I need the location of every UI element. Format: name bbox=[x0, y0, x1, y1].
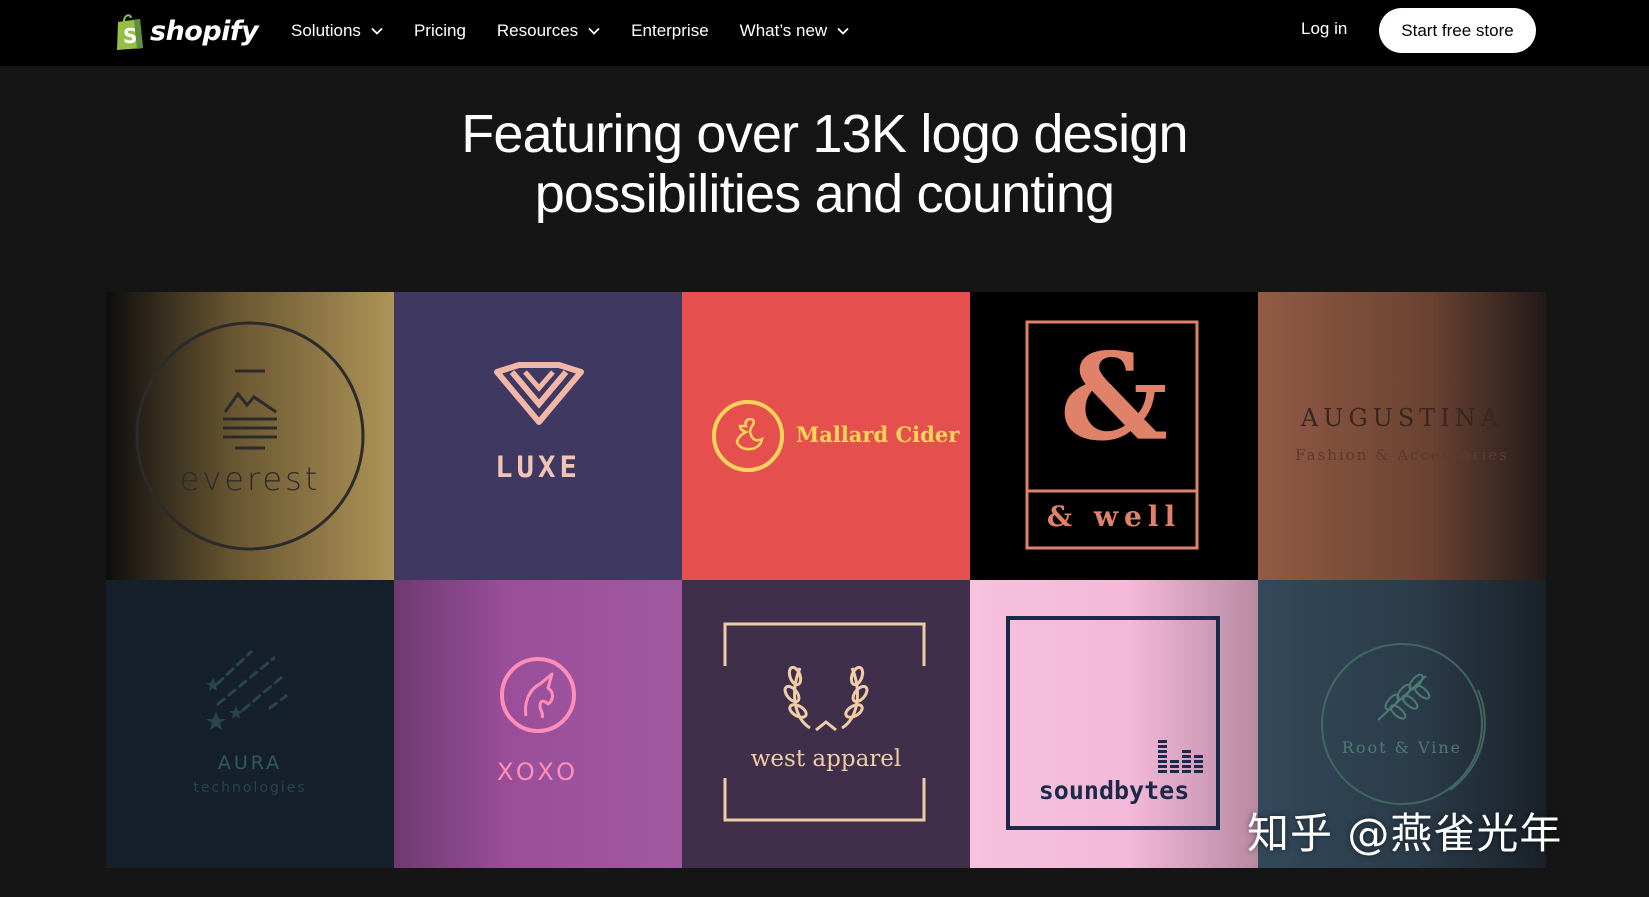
start-free-store-button[interactable]: Start free store bbox=[1379, 8, 1536, 53]
logo-tile-west-apparel[interactable]: west apparel bbox=[682, 580, 970, 868]
top-navigation-bar: S shopify Solutions Pricing Resources En… bbox=[0, 0, 1649, 66]
logo-name-soundbytes: soundbytes bbox=[1038, 776, 1190, 805]
logo-tile-xoxo[interactable]: XOXO bbox=[394, 580, 682, 868]
logo-tile-soundbytes[interactable]: soundbytes bbox=[970, 580, 1258, 868]
svg-text:S: S bbox=[123, 24, 137, 48]
nav-enterprise[interactable]: Enterprise bbox=[631, 21, 708, 41]
nav-solutions[interactable]: Solutions bbox=[291, 21, 383, 41]
logo-name-root-and-vine: Root & Vine bbox=[1341, 738, 1463, 757]
brand-wordmark: shopify bbox=[150, 15, 259, 47]
nav-solutions-label: Solutions bbox=[291, 21, 361, 40]
chevron-down-icon bbox=[371, 27, 383, 35]
zhihu-watermark: 知乎 @燕雀光年 bbox=[1247, 809, 1563, 858]
nav-resources-label: Resources bbox=[496, 21, 579, 40]
hero-heading-line-2: possibilities and counting bbox=[534, 164, 1115, 224]
logo-symbol-ampersand: & bbox=[1059, 327, 1169, 468]
nav-pricing-label: Pricing bbox=[413, 21, 466, 40]
nav-whats-new-label: What’s new bbox=[739, 21, 828, 40]
logo-name-west-apparel: west apparel bbox=[750, 746, 902, 772]
logo-tile-luxe[interactable]: LUXE bbox=[394, 292, 682, 580]
mountain-sun-icon bbox=[135, 321, 365, 551]
shooting-stars-icon bbox=[206, 650, 288, 730]
logo-tile-and-well[interactable]: & & well bbox=[970, 292, 1258, 580]
logo-tile-mallard-cider[interactable]: Mallard Cider bbox=[682, 292, 970, 580]
logo-name-aura: AURA bbox=[217, 752, 283, 774]
login-link[interactable]: Log in bbox=[1301, 19, 1347, 39]
primary-nav: Solutions Pricing Resources Enterprise W… bbox=[291, 0, 880, 62]
hero-heading: Featuring over 13K logo design possibili… bbox=[0, 104, 1649, 224]
nav-pricing[interactable]: Pricing bbox=[414, 21, 466, 41]
nav-whats-new[interactable]: What’s new bbox=[740, 21, 850, 41]
laurel-wreath-icon bbox=[723, 622, 926, 822]
logo-tagline-aura: technologies bbox=[193, 780, 307, 796]
nav-resources[interactable]: Resources bbox=[497, 21, 600, 41]
logo-tile-augustina[interactable]: AUGUSTINA Fashion & Accessories bbox=[1258, 292, 1546, 580]
logo-showcase-grid: everest LUXE Mallard Cider & & well AUGU… bbox=[106, 292, 1546, 868]
logo-tile-everest[interactable]: everest bbox=[106, 292, 394, 580]
diamond-icon bbox=[494, 362, 584, 425]
logo-name-luxe: LUXE bbox=[495, 450, 581, 484]
chevron-down-icon bbox=[837, 27, 849, 35]
logo-name-xoxo: XOXO bbox=[496, 758, 580, 786]
logo-tile-aura[interactable]: AURA technologies bbox=[106, 580, 394, 868]
unicorn-icon bbox=[500, 657, 576, 733]
nav-enterprise-label: Enterprise bbox=[631, 21, 709, 40]
logo-name-augustina: AUGUSTINA bbox=[1300, 404, 1504, 432]
hero-heading-line-1: Featuring over 13K logo design bbox=[461, 104, 1188, 164]
chevron-down-icon bbox=[588, 27, 600, 35]
shopify-bag-icon: S bbox=[117, 14, 143, 50]
shopify-logo-link[interactable]: S shopify bbox=[114, 10, 259, 52]
logo-name-mallard-cider: Mallard Cider bbox=[796, 422, 960, 447]
equalizer-icon bbox=[1006, 616, 1220, 830]
logo-name-and-well: & well bbox=[1046, 500, 1182, 533]
logo-name-everest: everest bbox=[179, 460, 321, 498]
logo-tagline-augustina: Fashion & Accessories bbox=[1295, 446, 1509, 464]
